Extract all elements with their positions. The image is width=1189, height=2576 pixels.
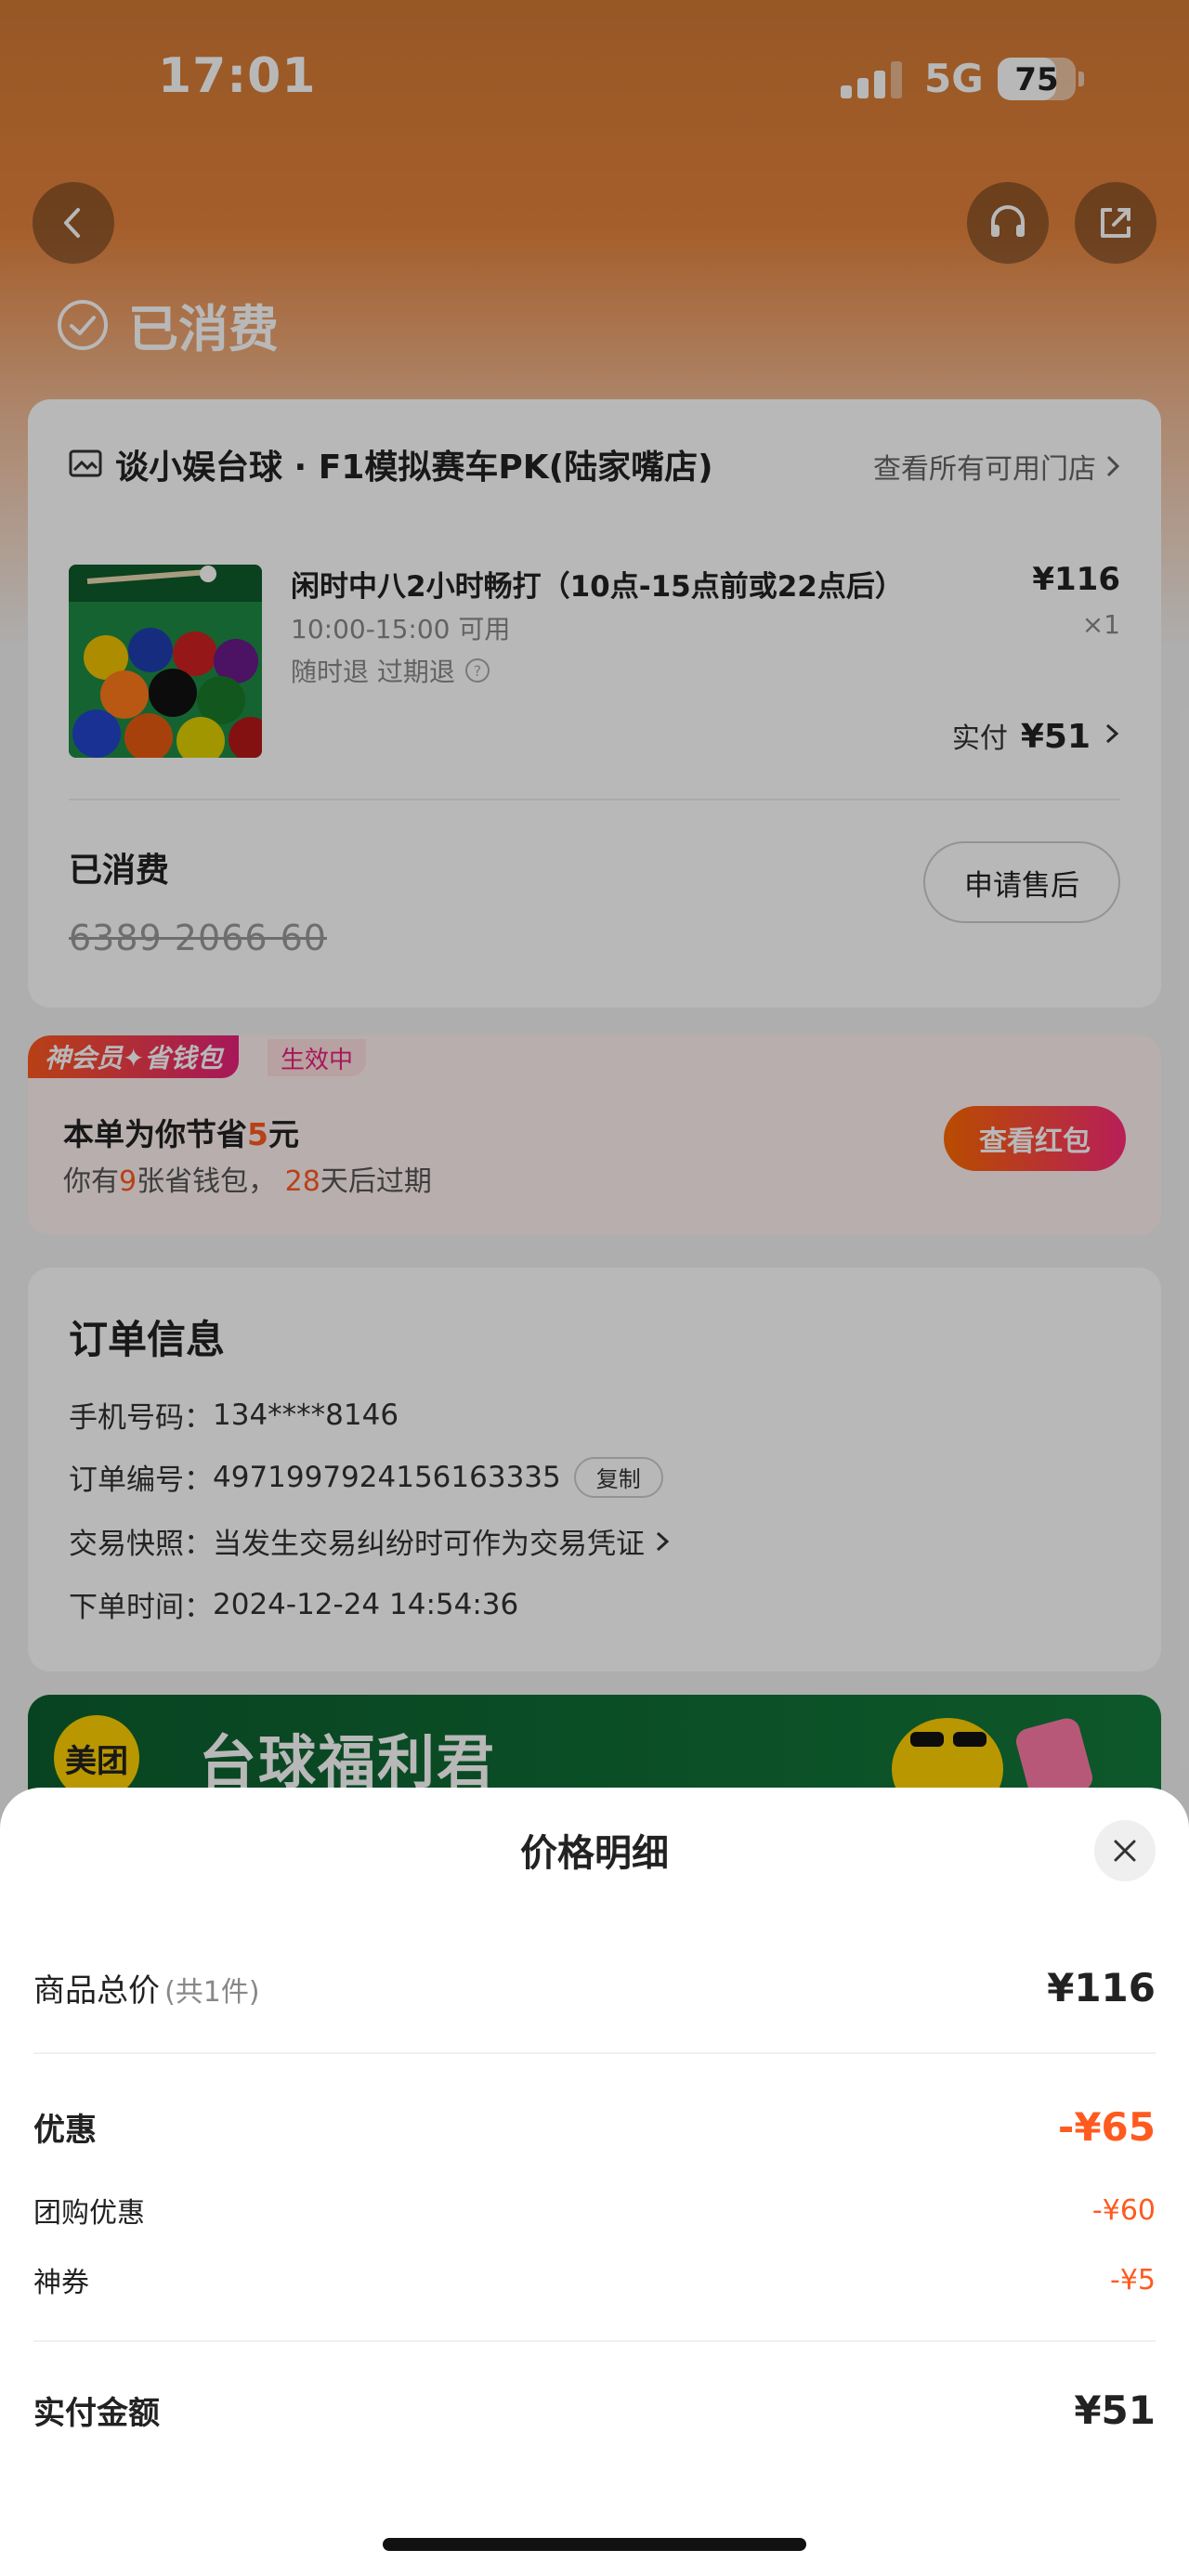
home-indicator[interactable] [383, 2538, 806, 2551]
sheet-title: 价格明细 [520, 1832, 669, 1875]
coupon-row: 神券 -¥5 [33, 2257, 1156, 2303]
group-discount-value: -¥60 [1091, 2193, 1156, 2227]
discount-row: 优惠 -¥65 [33, 2094, 1156, 2159]
total-label: 商品总价 [33, 1971, 160, 2010]
paid-total-row: 实付金额 ¥51 [33, 2377, 1156, 2442]
paid-total-value: ¥51 [1074, 2387, 1156, 2433]
total-row: 商品总价 (共1件) ¥116 [33, 1955, 1156, 2020]
coupon-value: -¥5 [1110, 2263, 1156, 2296]
discount-label: 优惠 [33, 2111, 97, 2149]
total-value: ¥116 [1047, 1964, 1156, 2010]
sheet-divider [33, 2340, 1156, 2342]
price-detail-sheet: 价格明细 商品总价 (共1件) ¥116 优惠 -¥65 团购优惠 -¥60 神… [0, 1788, 1189, 2576]
paid-total-label: 实付金额 [33, 2394, 160, 2432]
group-discount-label: 团购优惠 [33, 2197, 145, 2230]
sheet-divider [33, 2052, 1156, 2054]
coupon-label: 神券 [33, 2267, 89, 2299]
close-icon [1114, 1840, 1136, 1862]
group-discount-row: 团购优惠 -¥60 [33, 2187, 1156, 2233]
discount-value: -¥65 [1057, 2103, 1156, 2150]
total-note: (共1件) [164, 1975, 260, 2009]
close-button[interactable] [1094, 1820, 1156, 1881]
